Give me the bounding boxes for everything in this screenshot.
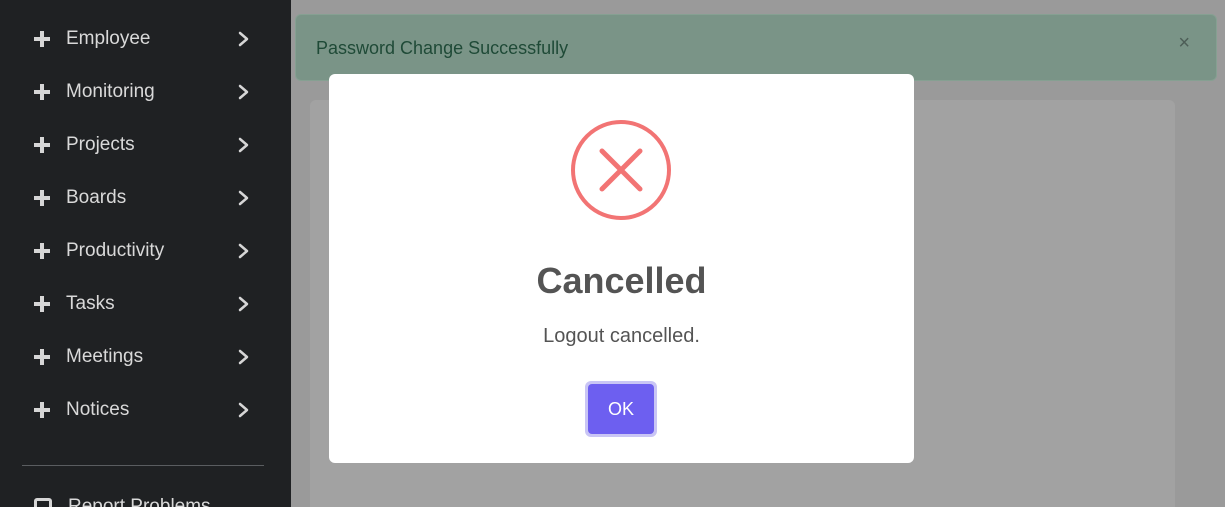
chevron-right-icon [238,243,249,259]
plus-icon [34,402,50,418]
sidebar: Employee Monitoring Projects Boards Prod… [0,0,291,507]
chevron-right-icon [238,349,249,365]
sidebar-item-projects[interactable]: Projects [0,125,291,165]
sidebar-item-tasks[interactable]: Tasks [0,284,291,324]
chevron-right-icon [238,296,249,312]
success-alert: Password Change Successfully × [295,14,1217,81]
plus-icon [34,190,50,206]
sidebar-item-label: Monitoring [66,81,155,102]
plus-icon [34,84,50,100]
chevron-right-icon [238,190,249,206]
cancel-dialog: Cancelled Logout cancelled. OK [329,74,914,463]
chevron-right-icon [238,137,249,153]
sidebar-item-productivity[interactable]: Productivity [0,231,291,271]
sidebar-item-report-problems[interactable]: Report Problems [34,496,211,507]
report-icon [34,498,52,507]
close-icon[interactable]: × [1178,33,1190,53]
alert-message: Password Change Successfully [316,38,569,58]
ok-button[interactable]: OK [585,381,657,437]
ok-button-label: OK [588,384,654,434]
sidebar-item-label: Tasks [66,293,115,314]
plus-icon [34,137,50,153]
sidebar-item-employee[interactable]: Employee [0,19,291,59]
sidebar-item-label: Notices [66,399,130,420]
sidebar-item-boards[interactable]: Boards [0,178,291,218]
sidebar-item-label: Meetings [66,346,144,367]
sidebar-item-label: Productivity [66,240,165,261]
plus-icon [34,243,50,259]
plus-icon [34,349,50,365]
sidebar-item-notices[interactable]: Notices [0,390,291,430]
sidebar-divider [22,465,264,466]
dialog-title: Cancelled [536,260,707,301]
plus-icon [34,296,50,312]
sidebar-item-label: Report Problems [68,496,211,507]
chevron-right-icon [238,84,249,100]
sidebar-item-monitoring[interactable]: Monitoring [0,72,291,112]
sidebar-item-label: Boards [66,187,127,208]
sidebar-item-label: Employee [66,28,151,49]
plus-icon [34,31,50,47]
chevron-right-icon [238,402,249,418]
dialog-message: Logout cancelled. [543,325,700,347]
chevron-right-icon [238,31,249,47]
sidebar-item-label: Projects [66,134,135,155]
error-x-icon [571,120,671,220]
sidebar-item-meetings[interactable]: Meetings [0,337,291,377]
